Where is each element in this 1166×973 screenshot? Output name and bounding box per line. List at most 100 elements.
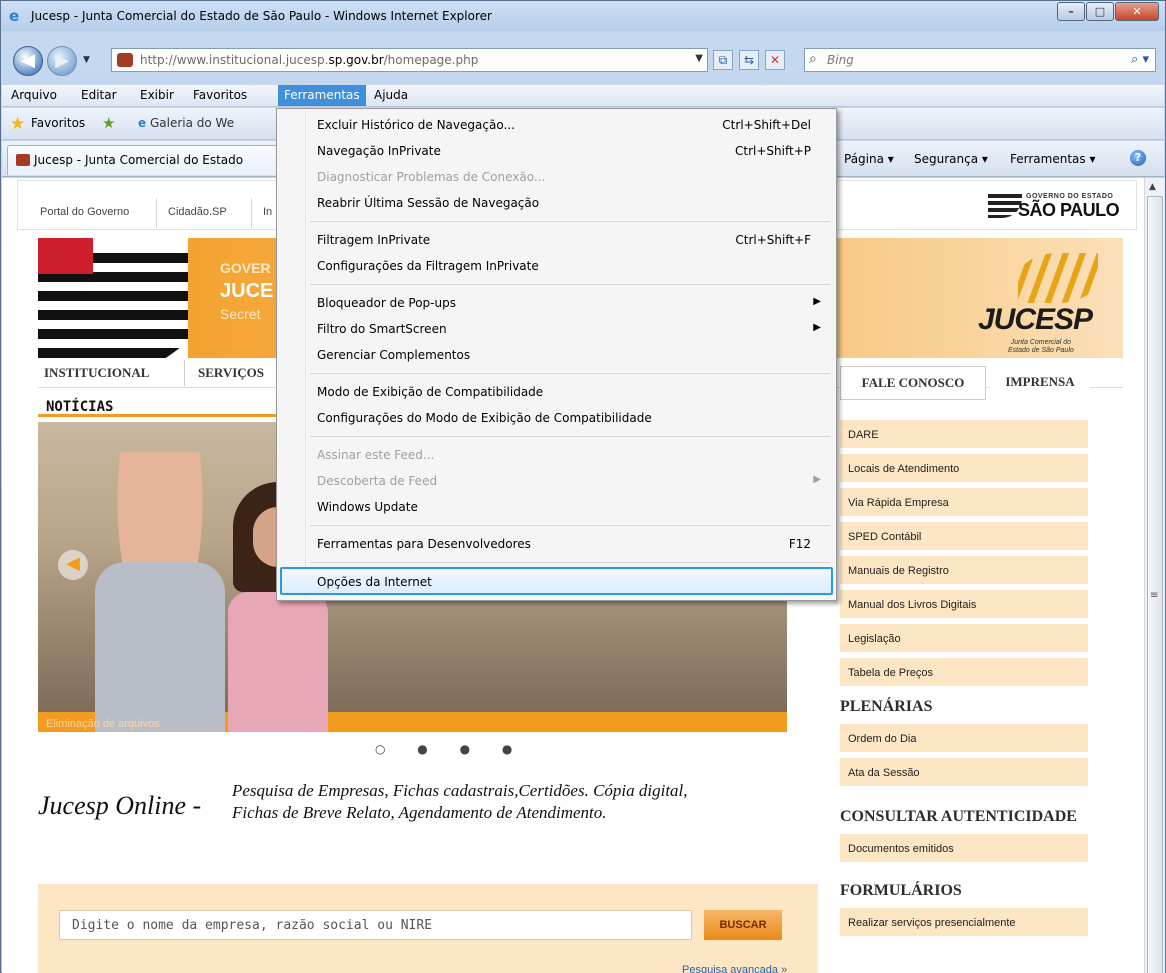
sidebar-link-realizar[interactable]: Realizar serviços presencialmente — [840, 908, 1088, 938]
menu-item-excluir-historico[interactable]: Excluir Histórico de Navegação... Ctrl+Sh… — [280, 112, 833, 138]
security-menu-button[interactable]: Segurança ▾ — [914, 152, 988, 166]
menu-item-filtragem-inprivate[interactable]: Filtragem InPrivate Ctrl+Shift+F — [280, 227, 833, 253]
menu-item-complementos[interactable]: Gerenciar Complementos — [280, 342, 833, 368]
address-row: ◀ ▶ ▼ http://www.institucional.jucesp.sp… — [1, 43, 1165, 77]
menu-item-inprivate[interactable]: Navegação InPrivate Ctrl+Shift+P — [280, 138, 833, 164]
header-line-1: GOVER — [220, 260, 271, 276]
menu-item-config-compatibilidade[interactable]: Configurações do Modo de Exibição de Com… — [280, 405, 833, 431]
gov-link-cidadao[interactable]: Cidadão.SP — [168, 206, 227, 218]
menu-separator — [310, 525, 830, 526]
menu-item-smartscreen[interactable]: Filtro do SmartScreen ▶ — [280, 316, 833, 342]
scroll-up-icon[interactable]: ▲ — [1149, 182, 1156, 192]
back-arrow-icon[interactable]: ◀ — [13, 46, 43, 76]
address-bar[interactable]: http://www.institucional.jucesp.sp.gov.b… — [111, 48, 708, 72]
submenu-arrow-icon: ▶ — [813, 322, 821, 333]
company-search-input[interactable]: Digite o nome da empresa, razão social o… — [59, 910, 692, 940]
ie-logo-icon: e — [9, 7, 20, 25]
fale-conosco-button[interactable]: FALE CONOSCO — [840, 366, 986, 400]
slider-prev-icon[interactable]: ◀ — [58, 550, 88, 580]
nav-servicos[interactable]: SERVIÇOS — [198, 365, 264, 381]
nav-institucional[interactable]: INSTITUCIONAL — [44, 365, 149, 381]
menu-item-windows-update[interactable]: Windows Update — [280, 494, 833, 520]
sidebar-link-legislacao[interactable]: Legislação — [840, 624, 1088, 654]
slider-pagination[interactable]: ○ ● ● ● — [375, 742, 526, 756]
search-button[interactable]: BUSCAR — [704, 910, 782, 940]
page-menu-button[interactable]: Página ▾ — [844, 152, 894, 166]
menu-favoritos[interactable]: Favoritos — [187, 85, 253, 106]
menu-exibir[interactable]: Exibir — [134, 85, 180, 106]
sidebar-link-dare[interactable]: DARE — [840, 420, 1088, 450]
compatibility-view-icon[interactable]: ⧉ — [713, 50, 733, 70]
scroll-thumb[interactable] — [1147, 196, 1163, 973]
forward-arrow-icon[interactable]: ▶ — [47, 46, 77, 76]
submenu-arrow-icon: ▶ — [813, 474, 821, 485]
divider — [184, 360, 185, 386]
window-title: Jucesp - Junta Comercial do Estado de Sã… — [31, 9, 492, 23]
history-dropdown-icon[interactable]: ▼ — [83, 55, 90, 65]
search-provider-icon: ⌕ — [809, 51, 817, 67]
browser-window: e Jucesp - Junta Comercial do Estado de … — [0, 0, 1166, 973]
gallery-link[interactable]: e Galeria do We — [138, 116, 234, 130]
tools-dropdown-menu: Excluir Histórico de Navegação... Ctrl+Sh… — [276, 108, 837, 601]
online-description: Pesquisa de Empresas, Fichas cadastrais,… — [232, 781, 688, 822]
menu-arquivo[interactable]: Arquivo — [5, 85, 63, 106]
tab-jucesp[interactable]: Jucesp - Junta Comercial do Estado — [7, 145, 282, 175]
sidebar-link-manuais[interactable]: Manuais de Registro — [840, 556, 1088, 586]
online-title: Jucesp Online - — [38, 791, 202, 820]
address-dropdown-icon[interactable]: ▼ — [695, 53, 703, 64]
close-icon[interactable]: ✕ — [1115, 2, 1159, 21]
menu-item-desenvolvedores[interactable]: Ferramentas para Desenvolvedores F12 — [280, 531, 833, 557]
divider — [156, 198, 157, 228]
menu-item-config-filtragem[interactable]: Configurações da Filtragem InPrivate — [280, 253, 833, 279]
autenticidade-heading: CONSULTAR AUTENTICIDADE — [840, 808, 1077, 825]
sidebar-link-ata[interactable]: Ata da Sessão — [840, 758, 1088, 788]
favorites-star-icon[interactable]: ★ — [10, 114, 25, 134]
menu-item-popups[interactable]: Bloqueador de Pop-ups ▶ — [280, 290, 833, 316]
menu-item-reabrir-sessao[interactable]: Reabrir Última Sessão de Navegação — [280, 190, 833, 216]
menu-item-compatibilidade[interactable]: Modo de Exibição de Compatibilidade — [280, 379, 833, 405]
news-heading: NOTÍCIAS — [46, 399, 114, 415]
submenu-arrow-icon: ▶ — [813, 296, 821, 307]
sidebar-link-ordem[interactable]: Ordem do Dia — [840, 724, 1088, 754]
gov-link-portal[interactable]: Portal do Governo — [40, 206, 129, 218]
window-controls: – □ ✕ — [1056, 2, 1159, 21]
jucesp-logo[interactable]: JUCESP Junta Comercial do Estado de São P… — [978, 253, 1108, 354]
sao-paulo-government-logo[interactable]: GOVERNO DO ESTADO SÃO PAULO — [988, 191, 1120, 227]
sidebar-link-livros[interactable]: Manual dos Livros Digitais — [840, 590, 1088, 620]
divider — [251, 198, 252, 228]
menu-item-opcoes-internet[interactable]: Opções da Internet — [280, 567, 833, 595]
gov-link-partial[interactable]: In — [263, 206, 272, 218]
menu-editar[interactable]: Editar — [75, 85, 123, 106]
address-url[interactable]: http://www.institucional.jucesp.sp.gov.b… — [140, 53, 478, 67]
menu-ajuda[interactable]: Ajuda — [368, 85, 414, 106]
header-line-2: JUCE — [220, 280, 274, 302]
sidebar-link-via-rapida[interactable]: Via Rápida Empresa — [840, 488, 1088, 518]
tools-menu-button[interactable]: Ferramentas ▾ — [1010, 152, 1095, 166]
company-search: Digite o nome da empresa, razão social o… — [38, 884, 818, 973]
sidebar-link-precos[interactable]: Tabela de Preços — [840, 658, 1088, 688]
menu-ferramentas[interactable]: Ferramentas — [278, 85, 366, 106]
search-box[interactable]: ⌕ Bing ⌕ ▾ — [804, 48, 1156, 72]
stop-icon[interactable]: ✕ — [765, 50, 785, 70]
help-icon[interactable]: ? — [1130, 150, 1146, 166]
imprensa-button[interactable]: IMPRENSA — [990, 366, 1090, 400]
minimize-icon[interactable]: – — [1057, 2, 1085, 21]
refresh-icon[interactable]: ⇆ — [739, 50, 759, 70]
sidebar-link-locais[interactable]: Locais de Atendimento — [840, 454, 1088, 484]
search-icon[interactable]: ⌕ ▾ — [1131, 52, 1149, 67]
menu-separator — [310, 562, 830, 563]
sidebar-link-sped[interactable]: SPED Contábil — [840, 522, 1088, 552]
sp-flag-shape — [988, 194, 1022, 218]
jucesp-online-banner[interactable]: Jucesp Online - Pesquisa de Empresas, Fi… — [38, 780, 818, 860]
advanced-search-link[interactable]: Pesquisa avançada » — [682, 964, 787, 973]
menu-separator — [310, 373, 830, 374]
sp-flag-logo — [38, 238, 188, 358]
favorites-button[interactable]: Favoritos — [31, 116, 85, 130]
menu-separator — [310, 284, 830, 285]
vertical-scrollbar[interactable]: ▲ ≡ — [1144, 178, 1165, 973]
slide-caption[interactable]: Eliminação de arquivos — [46, 718, 160, 730]
menu-separator — [310, 221, 830, 222]
sidebar-link-documentos[interactable]: Documentos emitidos — [840, 834, 1088, 864]
add-favorite-icon[interactable]: ★ — [102, 114, 115, 132]
maximize-icon[interactable]: □ — [1086, 2, 1114, 21]
